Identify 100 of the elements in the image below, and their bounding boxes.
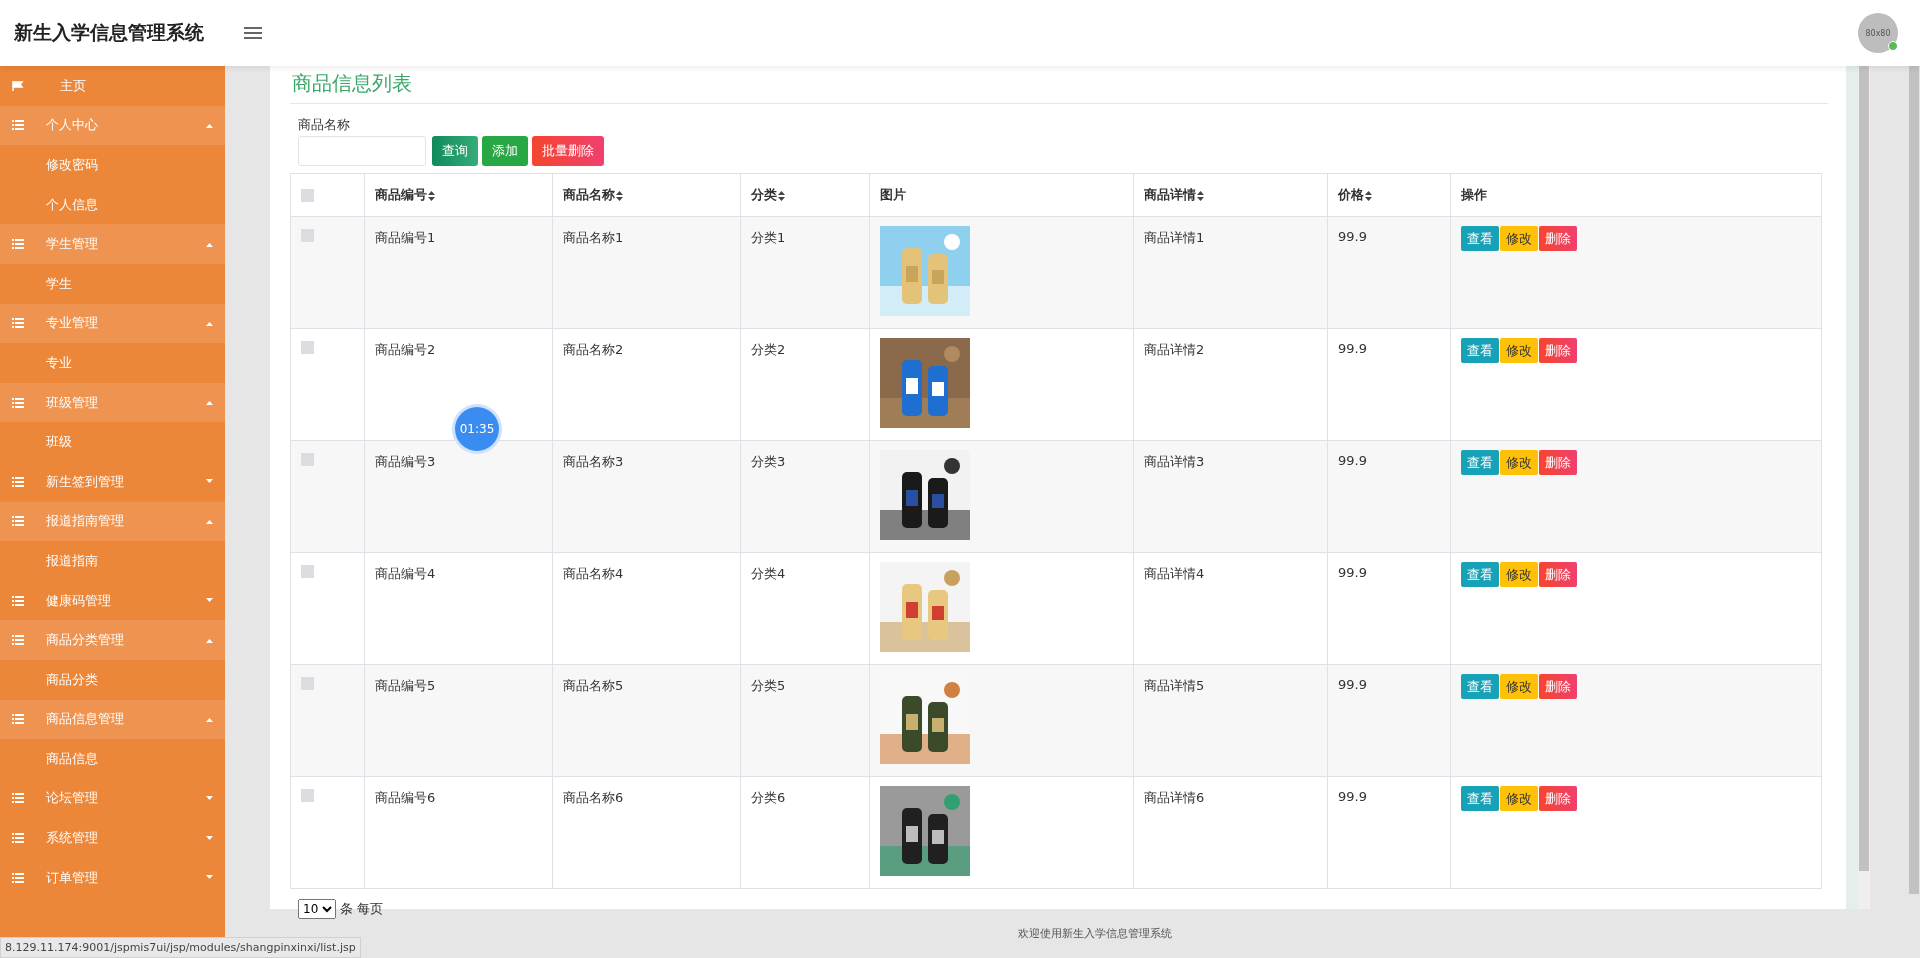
- sort-icon[interactable]: [778, 190, 785, 201]
- sidebar-subitem[interactable]: 报道指南: [0, 541, 225, 581]
- view-button[interactable]: 查看: [1461, 226, 1499, 251]
- page-size-label: 条 每页: [340, 900, 384, 918]
- edit-button[interactable]: 修改: [1500, 786, 1538, 811]
- caret-icon: [206, 479, 213, 485]
- sort-icon[interactable]: [428, 190, 435, 201]
- footer-text: 欢迎使用新生入学信息管理系统: [1018, 926, 1172, 941]
- sort-icon[interactable]: [1365, 190, 1372, 201]
- delete-button[interactable]: 删除: [1539, 562, 1577, 587]
- delete-button[interactable]: 删除: [1539, 674, 1577, 699]
- add-button[interactable]: 添加: [482, 136, 528, 166]
- input-field[interactable]: [298, 136, 426, 166]
- caret-icon: [206, 637, 213, 643]
- view-button[interactable]: 查看: [1461, 786, 1499, 811]
- checkbox[interactable]: [301, 188, 314, 202]
- view-button[interactable]: 查看: [1461, 450, 1499, 475]
- caret-icon: [206, 400, 213, 406]
- table-cell: 99.9: [1338, 453, 1367, 468]
- view-button[interactable]: 查看: [1461, 674, 1499, 699]
- table-cell: 商品编号5: [375, 678, 436, 693]
- table-cell: 分类1: [751, 230, 786, 245]
- table-cell: 商品详情6: [1144, 790, 1205, 805]
- delete-button[interactable]: 删除: [1539, 450, 1577, 475]
- list-icon: [12, 397, 24, 408]
- sidebar-item[interactable]: 报道指南管理: [0, 501, 225, 542]
- table-cell: 99.9: [1338, 565, 1367, 580]
- sort-icon[interactable]: [1197, 190, 1204, 201]
- table-cell: 商品详情3: [1144, 454, 1205, 469]
- timer-badge: 01:35: [455, 407, 499, 451]
- sidebar-subitem[interactable]: 修改密码: [0, 145, 225, 185]
- table-cell: 商品名称4: [563, 566, 624, 581]
- table-cell: 商品名称5: [563, 678, 624, 693]
- edit-button[interactable]: 修改: [1500, 226, 1538, 251]
- sidebar-item[interactable]: 系统管理: [0, 818, 225, 858]
- sidebar-item[interactable]: 商品分类管理: [0, 620, 225, 660]
- avatar[interactable]: 80x80: [1858, 13, 1898, 53]
- sidebar-subitem[interactable]: 班级: [0, 422, 225, 462]
- checkbox[interactable]: [301, 789, 314, 802]
- edit-button[interactable]: 修改: [1500, 674, 1538, 699]
- view-button[interactable]: 查看: [1461, 338, 1499, 363]
- checkbox[interactable]: [301, 565, 314, 578]
- scrollbar[interactable]: [1858, 66, 1870, 909]
- app-title: 新生入学信息管理系统: [14, 20, 204, 45]
- column-header: 操作: [1461, 187, 1487, 202]
- sidebar-item[interactable]: 健康码管理: [0, 580, 225, 621]
- search-button[interactable]: 查询: [432, 136, 478, 166]
- checkbox[interactable]: [301, 453, 314, 466]
- column-header[interactable]: 商品名称: [563, 187, 623, 202]
- delete-button[interactable]: 删除: [1539, 786, 1577, 811]
- table-cell: 商品编号6: [375, 790, 436, 805]
- list-icon: [12, 476, 24, 487]
- sidebar-item[interactable]: 新生签到管理: [0, 461, 225, 502]
- list-icon: [12, 793, 24, 804]
- table-cell: 商品名称3: [563, 454, 624, 469]
- sidebar-item[interactable]: 论坛管理: [0, 778, 225, 819]
- table-cell: 99.9: [1338, 677, 1367, 692]
- checkbox[interactable]: [301, 229, 314, 242]
- column-header[interactable]: 分类: [751, 187, 785, 202]
- checkbox[interactable]: [301, 341, 314, 354]
- menu-icon[interactable]: [244, 26, 262, 40]
- table-cell: 商品详情4: [1144, 566, 1205, 581]
- sidebar-item[interactable]: 班级管理: [0, 382, 225, 423]
- list-icon: [12, 595, 24, 606]
- sidebar-item[interactable]: 商品信息管理: [0, 699, 225, 740]
- batch-delete-button[interactable]: 批量删除: [532, 136, 604, 166]
- table-cell: 商品名称6: [563, 790, 624, 805]
- sidebar-item[interactable]: 专业管理: [0, 303, 225, 344]
- sidebar-item[interactable]: 学生管理: [0, 224, 225, 264]
- table-cell: 商品编号1: [375, 230, 436, 245]
- view-button[interactable]: 查看: [1461, 562, 1499, 587]
- table-cell: 商品详情2: [1144, 342, 1205, 357]
- sidebar-item[interactable]: 主页: [0, 66, 225, 106]
- table-cell: 商品编号2: [375, 342, 436, 357]
- list-icon: [12, 872, 24, 883]
- column-header[interactable]: 商品详情: [1144, 187, 1204, 202]
- edit-button[interactable]: 修改: [1500, 338, 1538, 363]
- delete-button[interactable]: 删除: [1539, 226, 1577, 251]
- sidebar-item[interactable]: 订单管理: [0, 857, 225, 898]
- caret-icon: [206, 796, 213, 801]
- caret-icon: [206, 835, 213, 841]
- list-icon: [12, 239, 24, 250]
- delete-button[interactable]: 删除: [1539, 338, 1577, 363]
- edit-button[interactable]: 修改: [1500, 450, 1538, 475]
- sort-icon[interactable]: [616, 190, 623, 201]
- sidebar-subitem[interactable]: 商品信息: [0, 739, 225, 779]
- column-header[interactable]: 商品编号: [375, 187, 435, 202]
- status-url: 8.129.11.174:9001/jspmis7ui/jsp/modules/shangpinxinxi/list.jsp: [0, 937, 361, 958]
- sidebar-item[interactable]: 个人中心: [0, 105, 225, 146]
- sidebar-subitem[interactable]: 商品分类: [0, 659, 225, 700]
- list-icon: [12, 714, 24, 725]
- sidebar-subitem[interactable]: 学生: [0, 263, 225, 304]
- page-size-select[interactable]: 10: [298, 899, 336, 919]
- column-header[interactable]: 价格: [1338, 187, 1372, 202]
- table-cell: 商品名称1: [563, 230, 624, 245]
- sidebar-subitem[interactable]: 专业: [0, 343, 225, 383]
- list-icon: [12, 516, 24, 527]
- sidebar-subitem[interactable]: 个人信息: [0, 184, 225, 225]
- edit-button[interactable]: 修改: [1500, 562, 1538, 587]
- checkbox[interactable]: [301, 677, 314, 690]
